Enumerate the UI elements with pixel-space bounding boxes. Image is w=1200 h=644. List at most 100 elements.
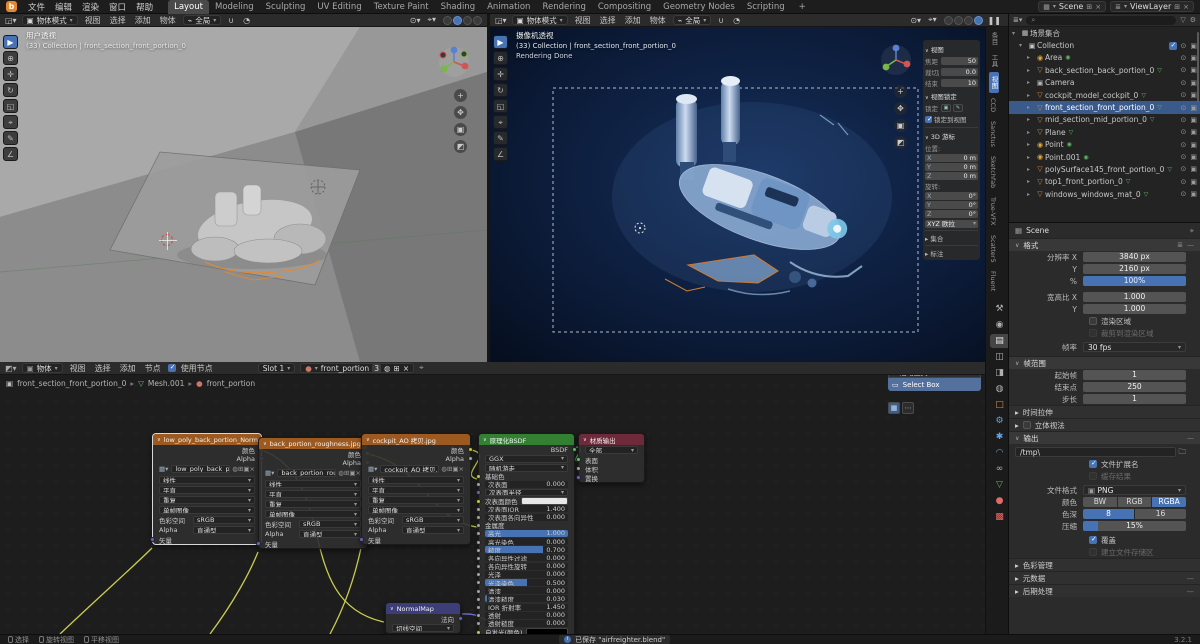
outliner-item-front_section_front_portion_0[interactable]: ▸ ▽ front_section_front_portion_0 ▽ ⊙ ▣: [1009, 101, 1200, 114]
disable-render-icon[interactable]: ▣: [1190, 178, 1197, 186]
properties-tab-texture[interactable]: ▩: [990, 510, 1009, 524]
rotate-tool-icon[interactable]: ↻: [493, 83, 508, 97]
format-value-field[interactable]: 100%: [1083, 276, 1186, 286]
viewlayer-selector[interactable]: ≣ ▾ ViewLayer ⊞ ×: [1110, 1, 1194, 12]
stereoscopy-collapsed[interactable]: ▸ 立体视法: [1009, 418, 1200, 431]
properties-tab-modifiers[interactable]: ⚙: [990, 414, 1009, 428]
sidebar-view-field[interactable]: 10: [941, 79, 978, 87]
color-depth-16[interactable]: 16: [1135, 509, 1186, 519]
properties-tab-view-layer[interactable]: ◫: [990, 350, 1009, 364]
cursor-rotation-row-field[interactable]: Z 0°: [925, 210, 978, 218]
frame-range-field[interactable]: 1: [1083, 394, 1186, 404]
framerate-dropdown[interactable]: 30 fps ▾: [1083, 342, 1186, 352]
rotation-mode-dropdown[interactable]: XYZ 欧拉 ▾: [925, 220, 978, 228]
outliner-search-input[interactable]: ⌕: [1026, 15, 1177, 25]
disable-render-icon[interactable]: ▣: [1190, 54, 1197, 62]
hide-eye-icon[interactable]: ⊙: [1181, 178, 1187, 186]
outliner-item-polySurface145_front_portion_0[interactable]: ▸ ▽ polySurface145_front_portion_0 ▽ ⊙ ▣: [1009, 163, 1200, 175]
shading-rendered-icon[interactable]: [473, 15, 482, 25]
hide-eye-icon[interactable]: ⊙: [1181, 190, 1187, 198]
shading-wireframe-icon[interactable]: [943, 15, 953, 25]
material-selector[interactable]: ● ▾ front_portion 3 ◍ ⊞ ×: [300, 363, 415, 373]
properties-tab-constraints[interactable]: ∞: [990, 462, 1009, 476]
toggle-perspective-icon[interactable]: ◩: [454, 140, 467, 153]
workspace-tab-layout[interactable]: Layout: [168, 0, 209, 14]
viewport-3d-rendered[interactable]: 摄像机透视 (33) Collection | front_section_fr…: [490, 27, 985, 362]
workspace-tab-shading[interactable]: Shading: [435, 0, 482, 14]
pan-hand-icon[interactable]: ✥: [454, 106, 467, 119]
cursor-location-row-field[interactable]: Z0 m: [925, 172, 978, 180]
image-texture-node-1[interactable]: ∨ back_portion_roughness.jpg 颜色 Alpha ▦▾ back…: [256, 437, 370, 549]
image-texture-node-2[interactable]: ∨ cockpit_AO 拷贝.jpg 颜色 Alpha ▦▾ cockpit_AO 拷贝…: [359, 433, 473, 545]
outliner-item-windows_windows_mat_0[interactable]: ▸ ▽ windows_windows_mat_0 ▽ ⊙ ▣: [1009, 188, 1200, 200]
editor-type-icon[interactable]: ◩▾: [5, 364, 17, 373]
toggle-perspective-icon[interactable]: ◩: [894, 136, 907, 149]
outliner-item-Point.001[interactable]: ▸ ◉ Point.001 ◉ ⊙ ▣: [1009, 151, 1200, 163]
color-management-collapsed[interactable]: ▸ 色彩管理: [1009, 558, 1200, 571]
shader-type-dropdown[interactable]: ▣ 物体 ▾: [21, 363, 63, 373]
outliner-item-Plane[interactable]: ▸ ▽ Plane ▽ ⊙ ▣: [1009, 126, 1200, 138]
cursor-rotation-row-field[interactable]: Y 0°: [925, 201, 978, 209]
rotate-tool-icon[interactable]: ↻: [3, 83, 18, 97]
outliner-item-Camera[interactable]: ▸ ▣ Camera ⊙ ▣: [1009, 77, 1200, 89]
output-path-field[interactable]: /tmp\: [1015, 447, 1176, 457]
fake-user-icon[interactable]: ◍: [384, 364, 391, 373]
breadcrumb-object[interactable]: front_section_front_portion_0: [17, 379, 126, 388]
sidebar-view-field[interactable]: 50: [941, 57, 978, 65]
outliner-collection[interactable]: ▾▣Collection⊙▣: [1009, 39, 1200, 51]
outliner-item-Point[interactable]: ▸ ◉ Point ◉ ⊙ ▣: [1009, 139, 1200, 151]
sidebar-view-field[interactable]: 0.0: [941, 68, 978, 76]
hide-eye-icon[interactable]: ⊙: [1181, 79, 1187, 87]
cursor-panel-header[interactable]: ∨ 3D 游标: [925, 127, 978, 141]
unlink-scene-icon[interactable]: ×: [1095, 3, 1101, 11]
zoom-icon[interactable]: +: [454, 89, 467, 102]
transform-tool-icon[interactable]: ⌖: [493, 115, 508, 129]
disable-render-icon[interactable]: ▣: [1190, 153, 1197, 161]
menu-帮助[interactable]: 帮助: [131, 1, 158, 13]
cursor-location-row-field[interactable]: X0 m: [925, 154, 978, 162]
workspace-tab-modeling[interactable]: Modeling: [209, 0, 260, 14]
navigation-gizmo[interactable]: [437, 45, 471, 79]
sidebar-tab-CCD[interactable]: CCD: [989, 94, 997, 116]
properties-tab-scene[interactable]: ◨: [990, 366, 1009, 380]
measure-tool-icon[interactable]: ∠: [493, 147, 508, 161]
lock-checkbox[interactable]: [925, 115, 933, 123]
node-menu-添加[interactable]: 添加: [118, 363, 138, 374]
sidebar-tab-Sketchfab[interactable]: Sketchfab: [989, 152, 997, 192]
view-lock-header[interactable]: ∨ 视图锁定: [925, 91, 978, 101]
outliner-item-back_section_back_portion_0[interactable]: ▸ ▽ back_section_back_portion_0 ▽ ⊙ ▣: [1009, 64, 1200, 76]
color-mode-RGB[interactable]: RGB: [1117, 497, 1152, 507]
file-extensions-checkbox[interactable]: [1089, 459, 1097, 468]
menu-渲染[interactable]: 渲染: [77, 1, 104, 13]
frame-range-field[interactable]: 1: [1083, 370, 1186, 380]
shading-solid-icon[interactable]: [953, 15, 963, 25]
hide-eye-icon[interactable]: ⊙: [1181, 91, 1187, 99]
editor-type-icon[interactable]: ◲▾: [495, 16, 507, 25]
pin-icon[interactable]: ⌖: [1190, 226, 1194, 236]
shading-material-preview-icon[interactable]: [963, 15, 973, 25]
proportional-edit-icon[interactable]: ◔: [241, 16, 252, 25]
sidebar-tab-Sanctus[interactable]: Sanctus: [989, 117, 997, 151]
workspace-tab-compositing[interactable]: Compositing: [592, 0, 657, 14]
material-output-node[interactable]: ∨ 材质输出 全部 ▾ 表面 体积 置换: [576, 433, 645, 483]
disable-render-icon[interactable]: ▣: [1190, 79, 1197, 87]
viewport-menu-物体[interactable]: 物体: [648, 15, 668, 26]
workspace-tab-texture-paint[interactable]: Texture Paint: [368, 0, 435, 14]
viewport-menu-添加[interactable]: 添加: [623, 15, 643, 26]
shader-node-editor[interactable]: ◩▾ ▣物体▾ 视图选择添加节点 使用节点 Slot 1▾ ●▾ front_p…: [0, 362, 985, 634]
tweak-select-tool-icon[interactable]: ▶: [493, 35, 508, 49]
color-mode-RGBA[interactable]: RGBA: [1152, 497, 1187, 507]
shading-wireframe-icon[interactable]: [443, 15, 452, 25]
workspace-tab-animation[interactable]: Animation: [481, 0, 536, 14]
properties-tab-object-data[interactable]: ▽: [990, 478, 1009, 492]
move-tool-icon[interactable]: ✛: [493, 67, 508, 81]
menu-文件[interactable]: 文件: [23, 1, 50, 13]
menu-窗口[interactable]: 窗口: [104, 1, 131, 13]
hide-eye-icon[interactable]: ⊙: [1181, 54, 1187, 62]
hide-eye-icon[interactable]: ⊙: [1181, 153, 1187, 161]
outliner-options-icon[interactable]: ⚙: [1190, 16, 1196, 24]
principled-bsdf-node[interactable]: ∨ 原理化BSDF BSDF GGX ▾ 随机游走 ▾ 基础色 次表面 0.000 次表面半径 ▾ 次表…: [476, 433, 577, 634]
unlink-material-icon[interactable]: ×: [403, 364, 409, 373]
view-panel-header[interactable]: ∨ 视图: [925, 44, 978, 54]
hide-eye-icon[interactable]: ⊙: [1181, 66, 1187, 74]
